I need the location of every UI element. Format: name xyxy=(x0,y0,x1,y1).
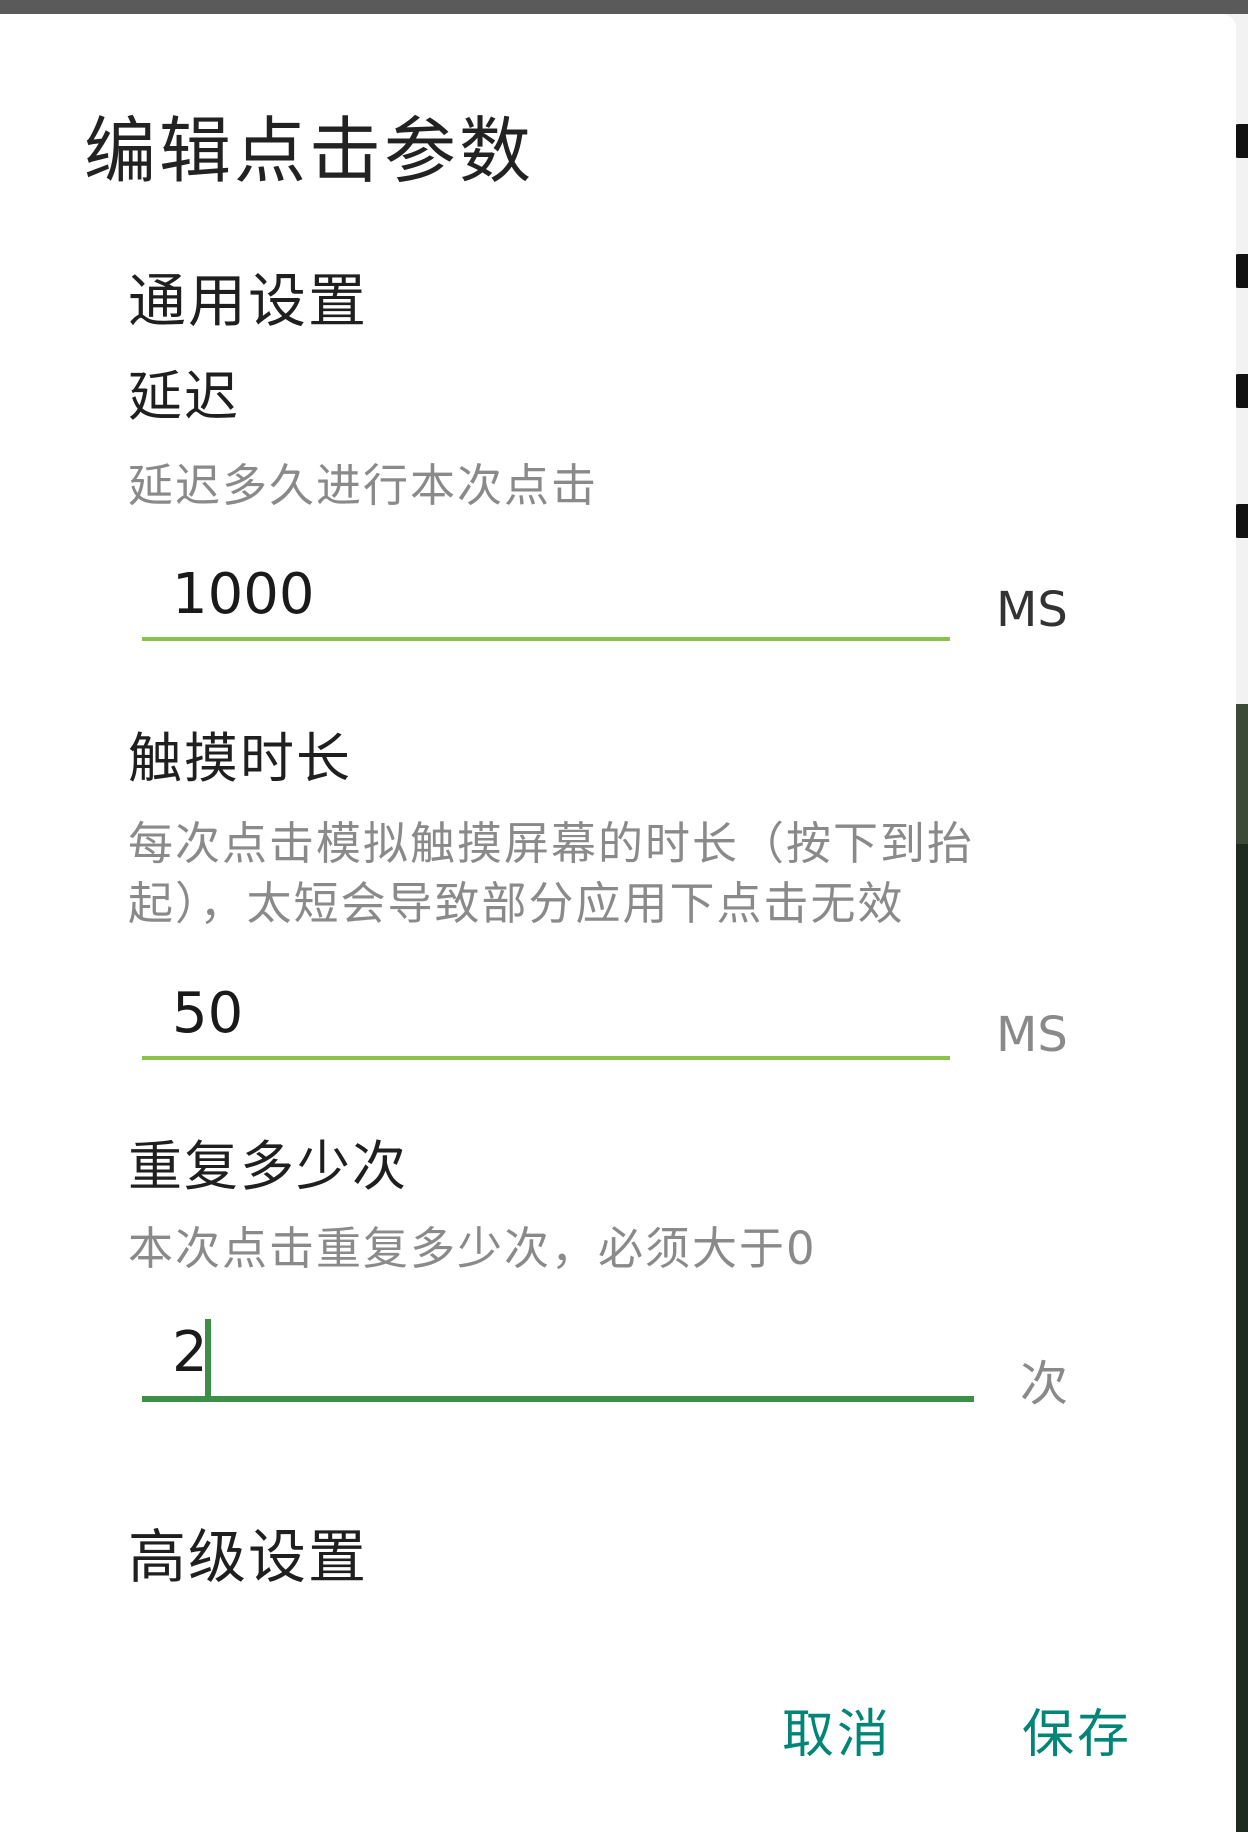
background-top-strip xyxy=(0,0,1248,14)
touch-duration-description: 每次点击模拟触摸屏幕的时长（按下到抬起），太短会导致部分应用下点击无效 xyxy=(128,817,975,930)
cancel-button[interactable]: 取消 xyxy=(782,1692,892,1767)
advanced-settings-heading[interactable]: 高级设置 xyxy=(128,1510,368,1594)
dialog-title: 编辑点击参数 xyxy=(84,109,535,193)
touch-duration-input[interactable]: 50 xyxy=(172,981,243,1046)
delay-title: 延迟 xyxy=(128,365,240,428)
text-cursor xyxy=(205,1319,211,1399)
delay-input[interactable]: 1000 xyxy=(172,562,315,627)
save-button[interactable]: 保存 xyxy=(1022,1692,1132,1767)
repeat-title: 重复多少次 xyxy=(128,1135,408,1198)
delay-unit: MS xyxy=(996,582,1068,638)
general-settings-heading: 通用设置 xyxy=(128,267,369,335)
edit-click-params-dialog: 编辑点击参数 通用设置 延迟 延迟多久进行本次点击 1000 MS 触摸时长 每… xyxy=(0,14,1236,1832)
repeat-unit: 次 xyxy=(1020,1356,1069,1412)
delay-description: 延迟多久进行本次点击 xyxy=(128,459,599,512)
repeat-input[interactable]: 2 xyxy=(172,1320,208,1385)
repeat-input-underline xyxy=(142,1396,974,1402)
delay-input-underline xyxy=(142,637,950,641)
touch-duration-title: 触摸时长 xyxy=(128,727,352,790)
repeat-description: 本次点击重复多少次，必须大于0 xyxy=(128,1222,817,1275)
touch-duration-input-underline xyxy=(142,1056,950,1060)
touch-duration-unit: MS xyxy=(996,1007,1068,1063)
